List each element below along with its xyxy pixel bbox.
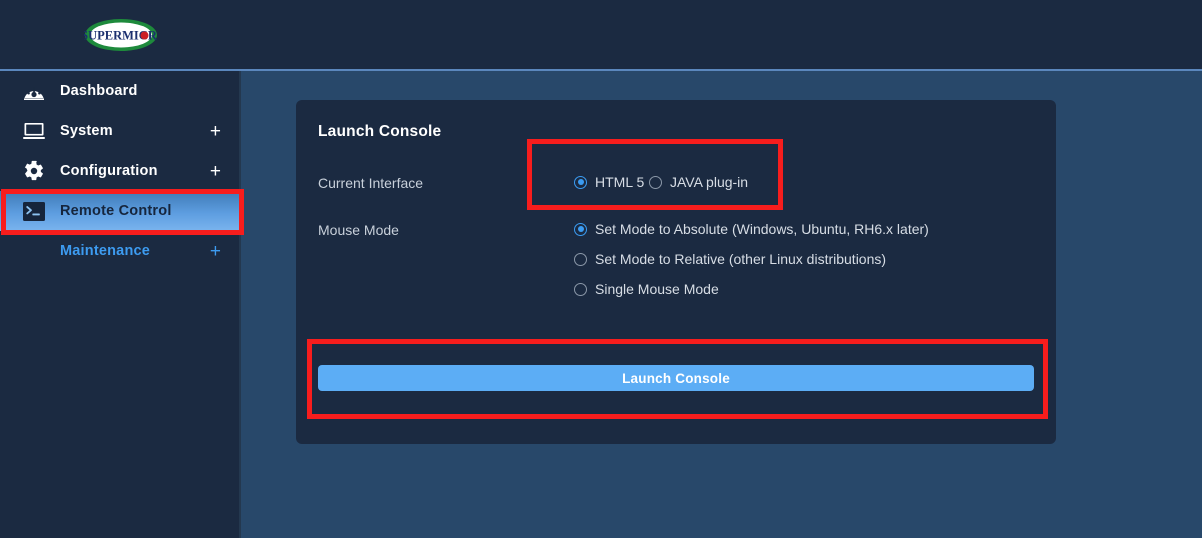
sidebar-item-label: System: [60, 123, 113, 139]
launch-console-button[interactable]: Launch Console: [318, 365, 1034, 391]
ipmi-web-interface: SUPERMICR Dashboard System + Configurati…: [0, 0, 1202, 538]
radio-label: HTML 5: [595, 174, 645, 190]
mouse-mode-option-absolute[interactable]: Set Mode to Absolute (Windows, Ubuntu, R…: [574, 221, 929, 237]
radio-button[interactable]: [574, 222, 587, 236]
sidebar-item-label: Configuration: [60, 163, 158, 179]
sidebar-item-label: Remote Control: [60, 203, 172, 219]
mouse-mode-label: Mouse Mode: [318, 222, 399, 238]
gear-icon: [22, 159, 46, 183]
terminal-icon: [22, 199, 46, 223]
sidebar-item-system[interactable]: System +: [0, 111, 241, 151]
expand-plus-icon[interactable]: +: [210, 242, 221, 261]
radio-label: Set Mode to Relative (other Linux distri…: [595, 251, 887, 267]
current-interface-option-java[interactable]: JAVA plug-in: [649, 174, 748, 190]
radio-button[interactable]: [574, 175, 587, 189]
launch-console-card: Launch Console Current Interface HTML 5 …: [296, 100, 1056, 444]
top-header-bar: SUPERMICR: [0, 0, 1202, 69]
sidebar-divider: [239, 71, 241, 538]
main-content: Launch Console Current Interface HTML 5 …: [243, 71, 1202, 538]
page-title: Launch Console: [318, 123, 442, 140]
supermicro-logo[interactable]: SUPERMICR: [81, 16, 158, 54]
sidebar-item-maintenance[interactable]: Maintenance +: [0, 231, 241, 271]
current-interface-option-html5[interactable]: HTML 5: [574, 174, 644, 190]
radio-label: JAVA plug-in: [670, 174, 749, 190]
sidebar-nav: Dashboard System + Configuration + Remot…: [0, 71, 241, 538]
expand-plus-icon[interactable]: +: [210, 122, 221, 141]
radio-label: Set Mode to Absolute (Windows, Ubuntu, R…: [595, 221, 929, 237]
radio-button[interactable]: [649, 175, 662, 189]
sidebar-item-label: Dashboard: [60, 83, 138, 99]
current-interface-label: Current Interface: [318, 175, 424, 191]
radio-button[interactable]: [574, 282, 587, 296]
radio-button[interactable]: [574, 252, 587, 266]
radio-label: Single Mouse Mode: [595, 281, 719, 297]
sidebar-item-dashboard[interactable]: Dashboard: [0, 71, 241, 111]
sidebar-item-configuration[interactable]: Configuration +: [0, 151, 241, 191]
monitor-icon: [22, 119, 46, 143]
mouse-mode-option-single[interactable]: Single Mouse Mode: [574, 281, 719, 297]
sidebar-item-label: Maintenance: [60, 243, 151, 259]
mouse-mode-option-relative[interactable]: Set Mode to Relative (other Linux distri…: [574, 251, 886, 267]
gauge-icon: [22, 79, 46, 103]
supermicro-logo-icon: SUPERMICR: [81, 19, 158, 51]
sidebar-item-remote-control[interactable]: Remote Control: [0, 191, 241, 231]
expand-plus-icon[interactable]: +: [210, 162, 221, 181]
